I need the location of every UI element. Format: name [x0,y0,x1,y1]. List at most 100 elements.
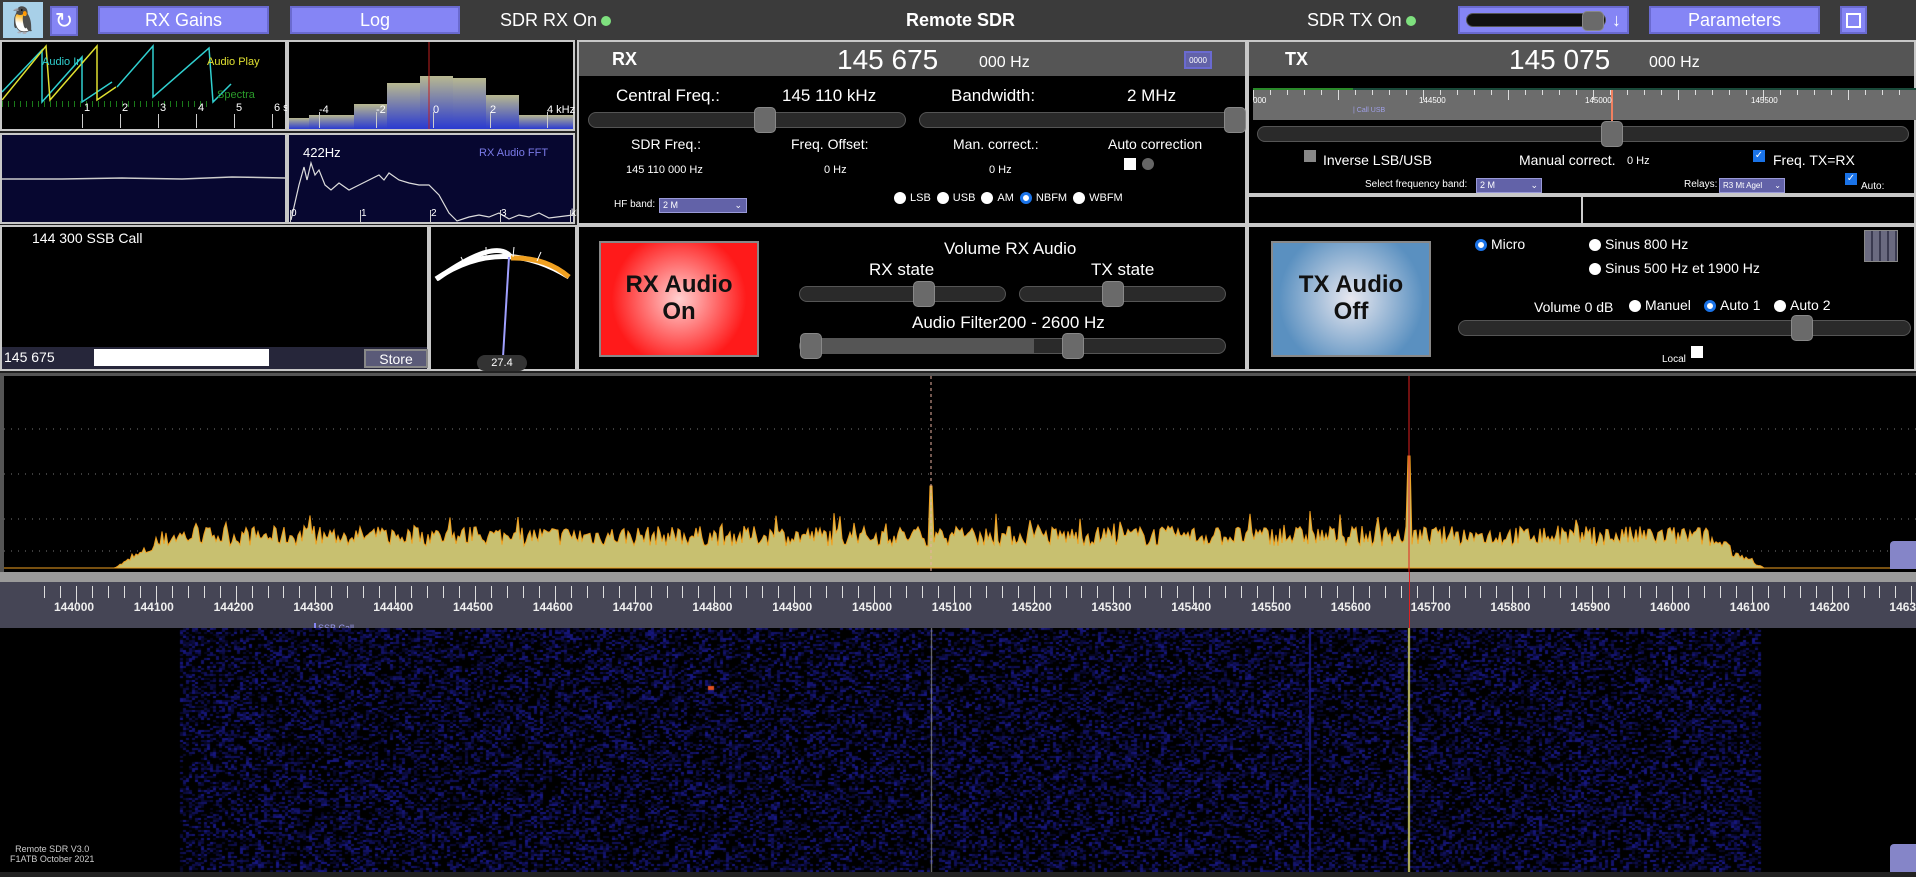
spectrum-resize-icon[interactable] [1890,541,1916,569]
auto1-radio[interactable]: Auto 1 [1704,297,1760,313]
spectrum-display[interactable] [0,373,1916,572]
tx-band-select[interactable]: 2 M ⌄ [1476,178,1542,193]
tx-volume-thumb[interactable] [1791,315,1813,341]
relays-select[interactable]: R3 Mt Agel ⌄ [1719,178,1785,193]
tx-audio-button[interactable]: TX Audio Off [1271,241,1431,357]
sinus-dual-radio[interactable]: Sinus 500 Hz et 1900 Hz [1589,260,1760,276]
tx-scale-label: 144500 [1419,96,1446,105]
scale-tick [1368,586,1370,598]
tx-state-slider[interactable] [1019,281,1226,307]
sdr-tx-label: SDR TX On [1307,10,1402,30]
radio-icon[interactable] [894,192,906,205]
volume-slider-thumb[interactable] [1582,11,1604,31]
tx-frequency-main[interactable]: 145 075 [1509,44,1610,76]
micro-radio-icon[interactable] [1475,239,1487,252]
fft-title: RX Audio FFT [479,147,549,159]
waterfall-canvas[interactable] [0,628,1916,872]
bandwidth-thumb[interactable] [1224,107,1246,133]
memory-entry[interactable]: 144 300 SSB Call [32,230,143,246]
fullscreen-button[interactable] [1840,6,1867,34]
audio-filter-slider[interactable] [799,333,1226,359]
radio-icon[interactable] [936,192,949,205]
spectrum-plot[interactable] [4,376,1916,572]
micro-radio[interactable]: Micro [1475,236,1525,252]
auto1-radio-icon[interactable] [1704,300,1716,313]
scale-label: 144200 [213,600,254,614]
rx-gains-button[interactable]: RX Gains [98,6,269,34]
fft-tick-label: 3 [501,208,507,219]
scale-tick [1225,586,1227,598]
tx-scale-tick [1508,90,1509,100]
auto-correction-label: Auto correction [1108,136,1203,152]
scale-tick [1464,586,1466,598]
tx-frequency-sub: 000 Hz [1649,54,1700,71]
local-checkbox[interactable] [1691,346,1703,358]
mode-radio-wbfm[interactable]: WBFM [1073,192,1123,205]
rx-frequency-main[interactable]: 145 675 [837,44,938,76]
digits-button[interactable]: 0000 [1184,51,1212,69]
volume-slider-box[interactable]: ↓ [1458,6,1629,34]
mode-radio-group: LSB USB AM NBFM WBFM [894,192,1129,205]
hf-band-select[interactable]: 2 M ⌄ [659,198,747,213]
memory-name-input[interactable] [94,349,269,366]
tx-freq-slider[interactable] [1257,121,1909,147]
rx-frequency-cursor[interactable] [1409,572,1410,628]
filter-high-thumb[interactable] [1062,333,1084,359]
version-text: Remote SDR V3.0 F1ATB October 2021 [10,844,94,864]
auto2-radio[interactable]: Auto 2 [1774,297,1830,313]
sinus-800-radio-icon[interactable] [1589,239,1601,252]
radio-icon[interactable] [1073,192,1086,205]
auto2-radio-icon[interactable] [1774,300,1786,313]
store-button[interactable]: Store [364,349,428,368]
mode-label: USB [952,192,976,204]
tx-scale-tick [1610,90,1611,95]
sinus-dual-radio-icon[interactable] [1589,263,1601,276]
tx-scale-tick [1695,90,1696,95]
sinus-dual-label: Sinus 500 Hz et 1900 Hz [1605,260,1760,276]
keypad-icon[interactable] [1864,230,1898,262]
mode-radio-nbfm[interactable]: NBFM [1019,192,1067,205]
if-tick-label: -2 [376,104,386,116]
tx-scale-tick [1780,90,1781,95]
tx-freq-thumb[interactable] [1601,121,1623,147]
rx-state-slider[interactable] [799,281,1006,307]
time-tick [120,114,121,128]
auto-relay-checkbox[interactable]: ✓ [1845,173,1857,185]
auto-correction-checkbox[interactable] [1124,158,1136,170]
manuel-radio-icon[interactable] [1629,300,1641,313]
volume-slider[interactable] [1466,11,1606,31]
tx-band-scale[interactable]: 000144500145000145500146 | Call USB [1253,88,1916,122]
tx-state-thumb[interactable] [1102,281,1124,307]
mode-radio-lsb[interactable]: LSB [894,192,931,205]
version-line: Remote SDR V3.0 [15,844,90,854]
sinus-800-radio[interactable]: Sinus 800 Hz [1589,236,1688,252]
central-freq-slider[interactable] [588,107,906,133]
waterfall-display[interactable]: Remote SDR V3.0 F1ATB October 2021 [0,628,1916,872]
radio-icon[interactable] [1019,192,1032,205]
freq-tx-rx-checkbox[interactable]: ✓ [1753,150,1765,162]
parameters-button[interactable]: Parameters [1649,6,1820,34]
scale-tick [203,586,205,598]
tx-volume-slider[interactable] [1458,315,1911,341]
tx-title: TX [1285,49,1309,69]
radio-icon[interactable] [981,192,994,205]
rx-state-thumb[interactable] [913,281,935,307]
scale-tick [1097,586,1099,598]
filter-low-thumb[interactable] [800,333,822,359]
scale-tick [1624,586,1626,598]
rx-audio-button[interactable]: RX Audio On [599,241,759,357]
mode-radio-am[interactable]: AM [981,192,1014,205]
bandwidth-value: 2 MHz [1127,86,1177,105]
frequency-scale[interactable]: 144000 144100 144200 144300 144400 144500 1446… [0,572,1916,633]
author-line: F1ATB October 2021 [10,854,95,864]
central-freq-thumb[interactable] [754,107,776,133]
refresh-button[interactable]: ↻ [50,6,78,36]
manuel-radio[interactable]: Manuel [1629,297,1691,313]
inverse-lsb-usb-checkbox[interactable] [1304,150,1316,162]
scale-label: 145700 [1410,600,1451,614]
log-button[interactable]: Log [290,6,460,34]
bandwidth-slider[interactable] [919,107,1246,133]
central-freq-value: 145 110 kHz [782,86,877,105]
waterfall-resize-icon[interactable] [1890,844,1916,872]
mode-radio-usb[interactable]: USB [936,192,976,205]
